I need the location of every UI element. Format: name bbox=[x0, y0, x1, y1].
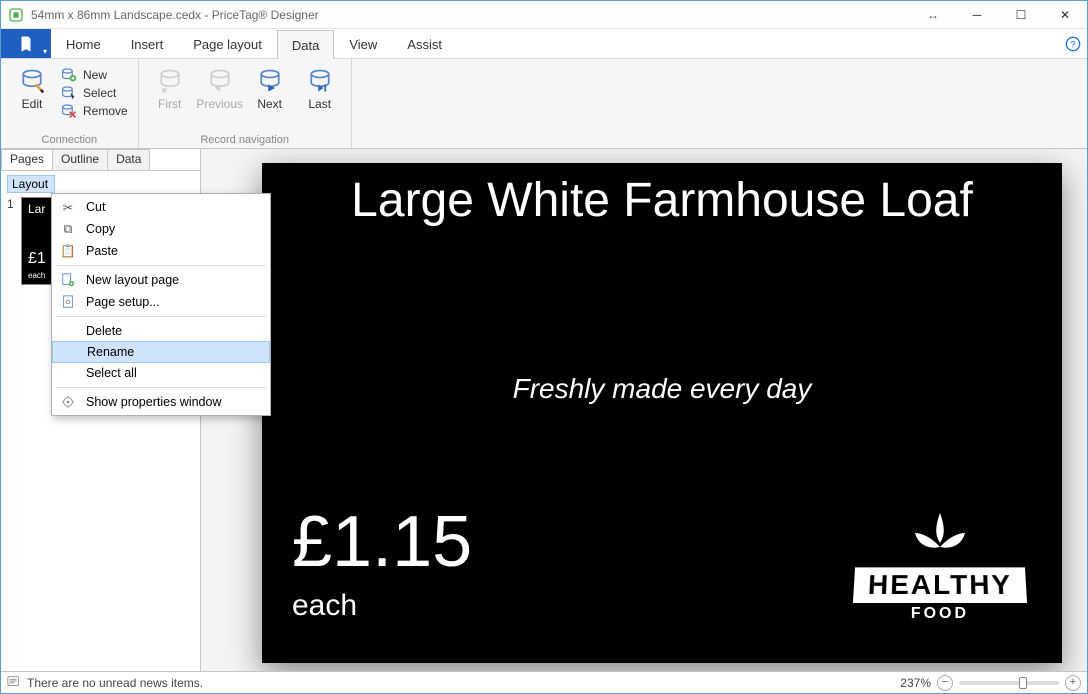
menu-bar: ▾ Home Insert Page layout Data View Assi… bbox=[1, 29, 1087, 59]
zoom-slider[interactable] bbox=[959, 681, 1059, 685]
cm-delete[interactable]: Delete bbox=[52, 320, 270, 342]
leaf-icon bbox=[885, 513, 995, 561]
status-news: There are no unread news items. bbox=[27, 676, 203, 690]
design-canvas[interactable]: Large White Farmhouse Loaf Freshly made … bbox=[262, 163, 1062, 663]
canvas-title[interactable]: Large White Farmhouse Loaf bbox=[262, 173, 1062, 228]
menu-home[interactable]: Home bbox=[51, 29, 116, 58]
ribbon-group-connection-label: Connection bbox=[11, 134, 128, 146]
cm-separator bbox=[56, 316, 266, 317]
new-button[interactable]: New bbox=[61, 67, 128, 83]
properties-icon bbox=[58, 394, 78, 410]
window-title: 54mm x 86mm Landscape.cedx - PriceTag® D… bbox=[31, 8, 319, 22]
app-window: 54mm x 86mm Landscape.cedx - PriceTag® D… bbox=[0, 0, 1088, 694]
zoom-slider-thumb[interactable] bbox=[1019, 677, 1027, 689]
tab-pages[interactable]: Pages bbox=[1, 149, 53, 170]
ribbon-group-connection: Edit New Select Remove bbox=[1, 59, 139, 148]
ribbon-group-navigation: First Previous Next Last Record navigati… bbox=[139, 59, 352, 148]
cm-copy[interactable]: ⧉ Copy bbox=[52, 218, 270, 240]
canvas-price[interactable]: £1.15 bbox=[292, 501, 472, 583]
svg-text:?: ? bbox=[1070, 39, 1075, 49]
edit-button[interactable]: Edit bbox=[11, 63, 53, 111]
layout-heading[interactable]: Layout bbox=[7, 175, 55, 193]
page-setup-icon bbox=[58, 294, 78, 310]
remove-button[interactable]: Remove bbox=[61, 103, 128, 119]
cm-rename[interactable]: Rename bbox=[52, 341, 270, 363]
cm-page-setup[interactable]: Page setup... bbox=[52, 291, 270, 313]
menu-page-layout[interactable]: Page layout bbox=[178, 29, 277, 58]
context-menu: ✂ Cut ⧉ Copy 📋 Paste New layout page Pag… bbox=[51, 193, 271, 416]
zoom-out-button[interactable]: − bbox=[937, 675, 953, 691]
select-button[interactable]: Select bbox=[61, 85, 128, 101]
cm-paste[interactable]: 📋 Paste bbox=[52, 240, 270, 262]
status-bar: There are no unread news items. 237% − + bbox=[1, 671, 1087, 693]
cm-show-properties[interactable]: Show properties window bbox=[52, 391, 270, 413]
tab-data[interactable]: Data bbox=[107, 149, 150, 170]
new-page-icon bbox=[58, 272, 78, 288]
close-button[interactable]: ✕ bbox=[1043, 1, 1087, 29]
canvas-logo[interactable]: HEALTHY FOOD bbox=[854, 513, 1026, 623]
cm-separator bbox=[56, 265, 266, 266]
minimize-button[interactable]: ─ bbox=[955, 1, 999, 29]
zoom-in-button[interactable]: + bbox=[1065, 675, 1081, 691]
resize-icon: ↔ bbox=[911, 8, 955, 22]
menu-view[interactable]: View bbox=[334, 29, 392, 58]
cm-cut[interactable]: ✂ Cut bbox=[52, 196, 270, 218]
ribbon-group-navigation-label: Record navigation bbox=[149, 134, 341, 146]
app-icon bbox=[7, 6, 25, 24]
help-icon[interactable]: ? bbox=[1059, 29, 1087, 58]
side-tabs: Pages Outline Data bbox=[1, 149, 200, 171]
logo-subtext: FOOD bbox=[854, 605, 1026, 623]
first-button[interactable]: First bbox=[149, 63, 191, 111]
tab-outline[interactable]: Outline bbox=[52, 149, 108, 170]
news-icon[interactable] bbox=[7, 674, 21, 691]
file-tab[interactable]: ▾ bbox=[1, 29, 51, 58]
canvas-subtitle[interactable]: Freshly made every day bbox=[262, 373, 1062, 405]
paste-icon: 📋 bbox=[58, 243, 78, 259]
menu-data[interactable]: Data bbox=[277, 30, 334, 59]
menu-assist[interactable]: Assist bbox=[392, 29, 457, 58]
page-number: 1 bbox=[7, 197, 17, 211]
previous-button[interactable]: Previous bbox=[199, 63, 241, 111]
ribbon: Edit New Select Remove bbox=[1, 59, 1087, 149]
zoom-value: 237% bbox=[900, 676, 931, 690]
maximize-button[interactable]: ☐ bbox=[999, 1, 1043, 29]
canvas-each[interactable]: each bbox=[292, 589, 357, 623]
copy-icon: ⧉ bbox=[58, 221, 78, 237]
cm-new-layout-page[interactable]: New layout page bbox=[52, 269, 270, 291]
scissors-icon: ✂ bbox=[58, 199, 78, 215]
logo-band: HEALTHY bbox=[853, 567, 1027, 603]
canvas-area[interactable]: Large White Farmhouse Loaf Freshly made … bbox=[201, 149, 1087, 671]
title-bar: 54mm x 86mm Landscape.cedx - PriceTag® D… bbox=[1, 1, 1087, 29]
cm-select-all[interactable]: Select all bbox=[52, 362, 270, 384]
next-button[interactable]: Next bbox=[249, 63, 291, 111]
cm-separator bbox=[56, 387, 266, 388]
last-button[interactable]: Last bbox=[299, 63, 341, 111]
menu-insert[interactable]: Insert bbox=[116, 29, 179, 58]
